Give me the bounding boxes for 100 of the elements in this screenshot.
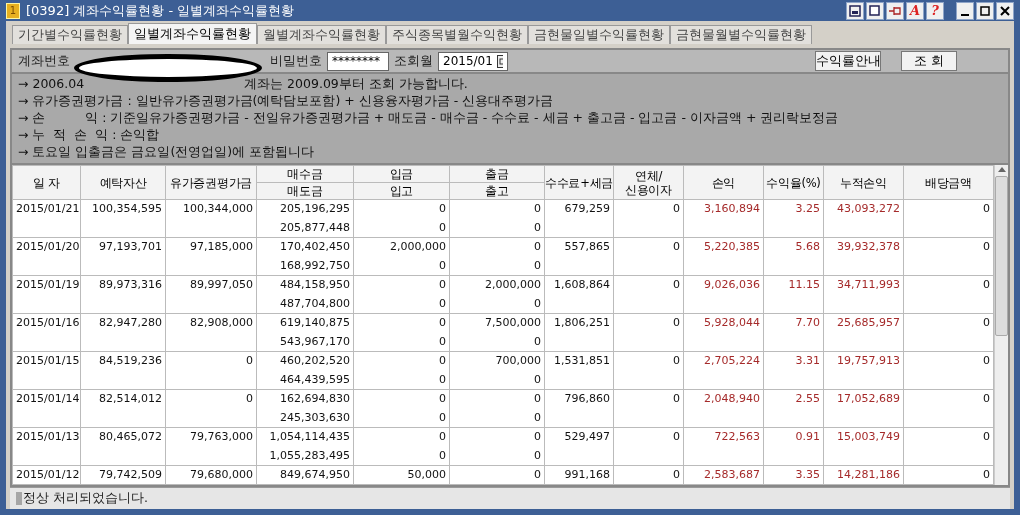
table-cell: 0 xyxy=(903,427,994,466)
table-cell: 5,220,385 xyxy=(683,237,764,276)
table-cell: 0 xyxy=(353,199,450,219)
column-header: 입금 xyxy=(353,165,450,183)
tab[interactable]: 주식종목별월수익현황 xyxy=(386,25,528,44)
table-cell: 0 xyxy=(903,313,994,352)
column-header: 출금 xyxy=(449,165,545,183)
table-cell: 0.91 xyxy=(763,427,824,466)
table-cell: 0 xyxy=(449,465,545,485)
table-cell: 0 xyxy=(449,408,545,428)
table-cell: 0 xyxy=(165,351,257,390)
table-cell: 0 xyxy=(353,275,450,295)
tab[interactable]: 금현물일별수익률현황 xyxy=(528,25,670,44)
table-cell: 0 xyxy=(353,332,450,352)
layout-button[interactable] xyxy=(846,1,864,20)
table-cell: 0 xyxy=(449,446,545,466)
table-cell: 50,000 xyxy=(353,465,450,485)
table-cell: 2015/01/13 xyxy=(12,427,81,466)
table-cell: 0 xyxy=(353,256,450,276)
table-cell: 0 xyxy=(903,389,994,428)
table-cell: 3,160,894 xyxy=(683,199,764,238)
note-text: → 누 적 손 익 : 손익합 xyxy=(18,126,161,143)
table-cell: 700,000 xyxy=(449,351,545,371)
minimize-button[interactable] xyxy=(956,1,974,20)
month-field[interactable]: 2015/01 xyxy=(438,51,508,71)
table-cell: 796,860 xyxy=(544,389,614,428)
table-cell: 0 xyxy=(613,351,684,390)
table-cell: 2015/01/12 xyxy=(12,465,81,485)
query-button[interactable]: 조 회 xyxy=(901,51,957,71)
table-cell: 0 xyxy=(449,218,545,238)
table-cell: 79,742,509 xyxy=(80,465,166,485)
table-cell: 0 xyxy=(353,218,450,238)
column-header: 유가증권평가금 xyxy=(165,165,257,200)
table-cell: 1,531,851 xyxy=(544,351,614,390)
column-header: 연체/ 신용이자 xyxy=(613,165,684,200)
tab[interactable]: 기간별수익률현황 xyxy=(12,25,128,44)
table-cell: 0 xyxy=(449,256,545,276)
status-message: 정상 처리되었습니다. xyxy=(23,490,148,507)
column-header: 배당금액 xyxy=(903,165,994,200)
window-icon xyxy=(869,4,881,17)
table-cell: 2015/01/16 xyxy=(12,313,81,352)
maximize-icon xyxy=(980,5,990,16)
table-cell: 2015/01/19 xyxy=(12,275,81,314)
table-cell: 0 xyxy=(903,351,994,390)
note-text: → 손 익 : 기준일유가증권평가금 - 전일유가증권평가금 + 매도금 - 매수금 - 수수료 - 세금 + 출고금 - 입고금 - 이자금액 + 권리락보정금 xyxy=(18,109,840,126)
table-cell: 1,054,114,435 xyxy=(256,427,354,447)
pin-button[interactable] xyxy=(886,1,904,20)
column-header: 예탁자산 xyxy=(80,165,166,200)
column-header: 누적손익 xyxy=(823,165,904,200)
table-cell: 2.55 xyxy=(763,389,824,428)
table-cell: 0 xyxy=(613,275,684,314)
table-cell: 162,694,830 xyxy=(256,389,354,409)
column-header: 수수료+세금 xyxy=(544,165,614,200)
table-cell: 464,439,595 xyxy=(256,370,354,390)
table-cell: 0 xyxy=(449,389,545,409)
tab[interactable]: 일별계좌수익률현황 xyxy=(128,23,257,44)
table-cell: 0 xyxy=(353,389,450,409)
window-button[interactable] xyxy=(866,1,884,20)
table-cell: 0 xyxy=(903,199,994,238)
table-cell: 2015/01/21 xyxy=(12,199,81,238)
table-cell: 0 xyxy=(903,465,994,485)
table-cell: 0 xyxy=(449,237,545,257)
table-cell: 9,026,036 xyxy=(683,275,764,314)
table-cell: 0 xyxy=(613,389,684,428)
maximize-button[interactable] xyxy=(976,1,994,20)
close-button[interactable] xyxy=(996,1,1014,20)
guide-button[interactable]: 수익률안내 xyxy=(815,51,881,71)
calendar-icon[interactable] xyxy=(496,54,503,68)
table-cell: 3.31 xyxy=(763,351,824,390)
table-cell: 0 xyxy=(903,275,994,314)
table-cell: 82,514,012 xyxy=(80,389,166,428)
table-cell: 619,140,875 xyxy=(256,313,354,333)
note-text: → 유가증권평가금 : 일반유가증권평가금(예탁담보포함) + 신용융자평가금 - 신용대주평가금 xyxy=(18,92,555,109)
table-cell: 2,048,940 xyxy=(683,389,764,428)
table-cell: 97,193,701 xyxy=(80,237,166,276)
app-icon: 1 xyxy=(6,2,20,19)
table-cell: 100,344,000 xyxy=(165,199,257,238)
table-cell: 0 xyxy=(353,313,450,333)
status-grip-icon xyxy=(16,492,23,505)
font-button[interactable]: A xyxy=(906,1,924,20)
tab[interactable]: 금현물월별수익률현황 xyxy=(670,25,812,44)
note-text: → 2006.04 xyxy=(18,75,85,92)
table-cell: 0 xyxy=(449,370,545,390)
table-cell: 34,711,993 xyxy=(823,275,904,314)
table-cell: 3.35 xyxy=(763,465,824,485)
table-cell: 0 xyxy=(449,294,545,314)
table-cell: 168,992,750 xyxy=(256,256,354,276)
table-cell: 7,500,000 xyxy=(449,313,545,333)
table-cell: 82,908,000 xyxy=(165,313,257,352)
password-field[interactable]: ******** xyxy=(327,51,389,71)
table-cell: 849,674,950 xyxy=(256,465,354,485)
table-cell: 80,465,072 xyxy=(80,427,166,466)
help-button[interactable]: ? xyxy=(926,1,944,20)
table-cell: 2015/01/20 xyxy=(12,237,81,276)
table-cell: 170,402,450 xyxy=(256,237,354,257)
scroll-up-icon[interactable] xyxy=(997,167,1006,172)
tab[interactable]: 월별계좌수익률현황 xyxy=(257,25,386,44)
table-cell: 0 xyxy=(353,294,450,314)
table-cell: 205,877,448 xyxy=(256,218,354,238)
scrollbar[interactable] xyxy=(994,165,1008,485)
